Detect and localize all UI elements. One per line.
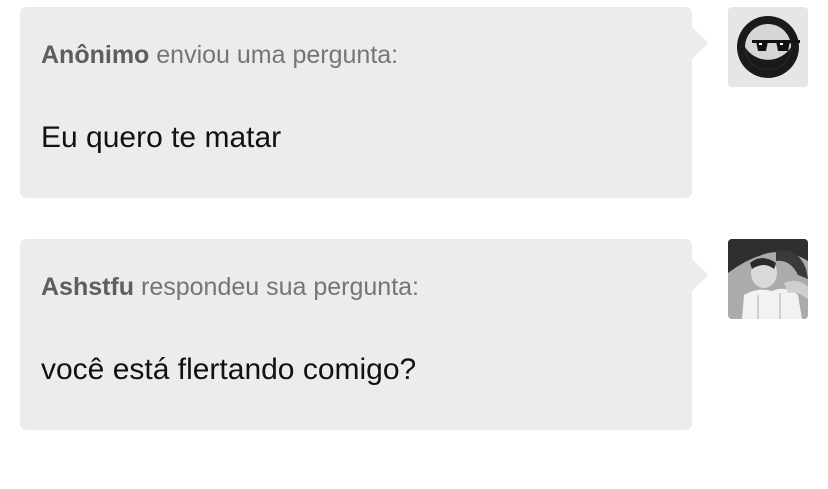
person-photo-icon bbox=[728, 239, 808, 319]
user-photo-avatar[interactable] bbox=[728, 239, 808, 319]
message-text: Eu quero te matar bbox=[41, 121, 282, 154]
sender-name[interactable]: Ashstfu bbox=[41, 273, 134, 301]
question-bubble: Anônimo enviou uma pergunta: Eu quero te… bbox=[20, 7, 708, 198]
message-action: respondeu sua pergunta: bbox=[141, 273, 420, 301]
message-action: enviou uma pergunta: bbox=[156, 41, 399, 69]
message-header: Ashstfu respondeu sua pergunta: bbox=[41, 273, 419, 302]
message-text: você está flertando comigo? bbox=[41, 353, 417, 386]
sunglasses-moon-avatar-icon[interactable] bbox=[728, 7, 808, 87]
sender-name[interactable]: Anônimo bbox=[41, 41, 149, 69]
answer-bubble: Ashstfu respondeu sua pergunta: você est… bbox=[20, 239, 708, 430]
message-header: Anônimo enviou uma pergunta: bbox=[41, 41, 398, 70]
sunglasses-moon-icon bbox=[737, 16, 800, 78]
